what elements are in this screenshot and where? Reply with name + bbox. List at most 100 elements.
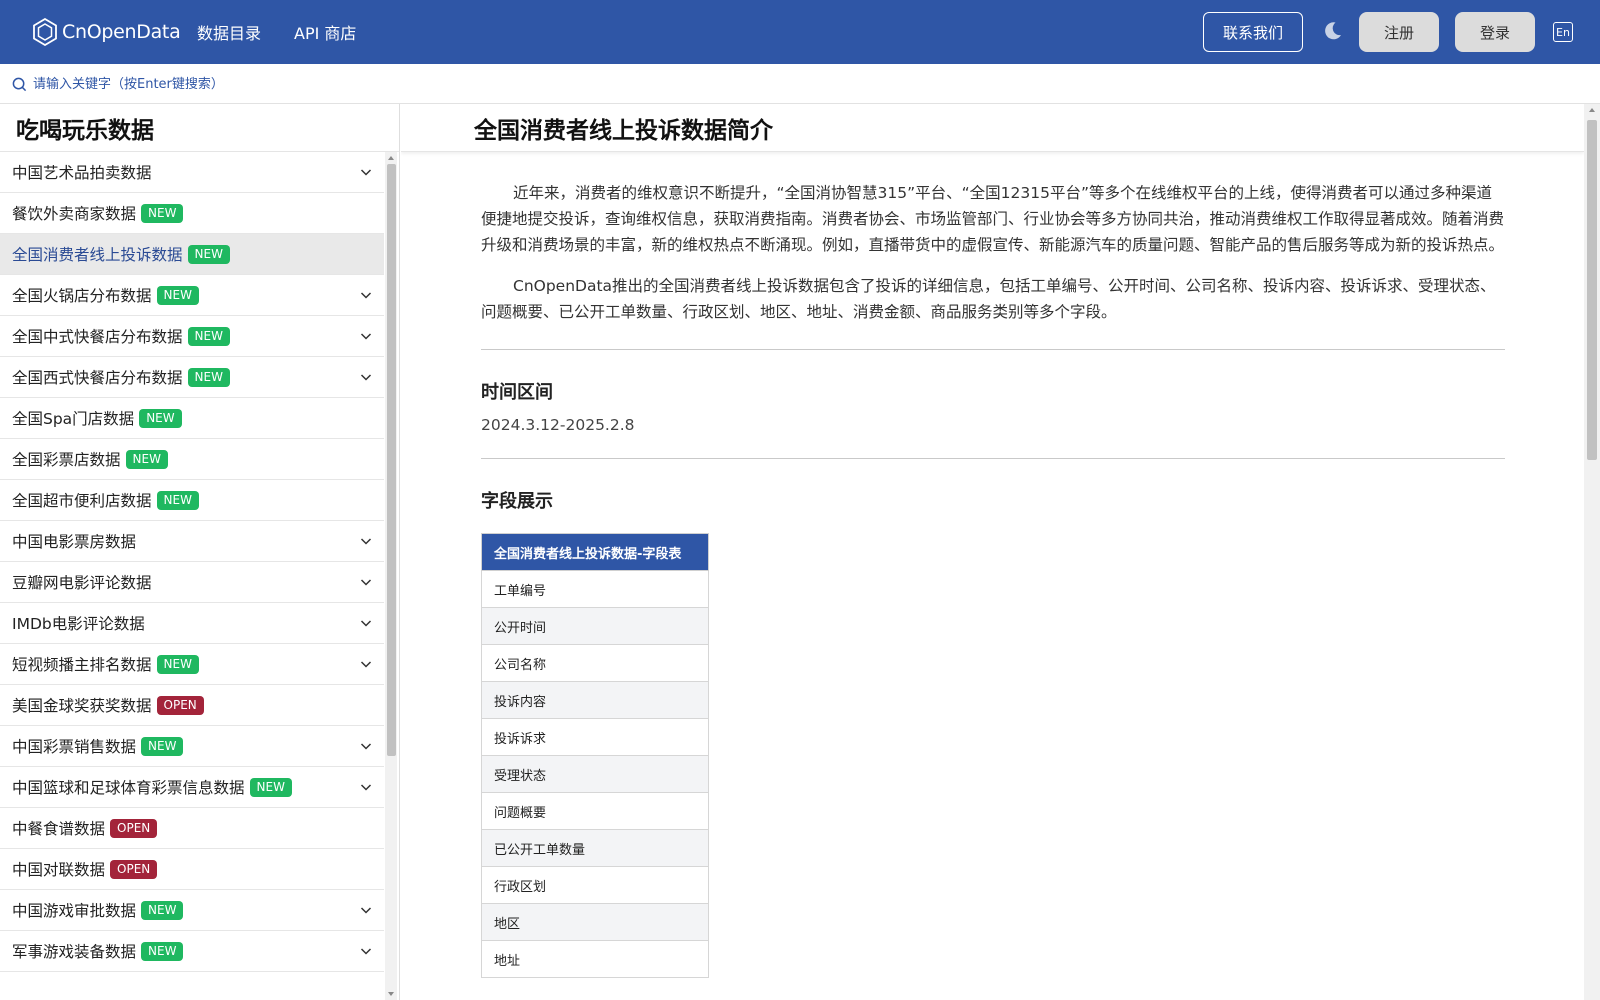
moon-icon[interactable] [1320,19,1344,43]
top-navbar: CnOpenData 数据目录 API 商店 联系我们 注册 登录 En [0,0,1600,64]
sidebar-item[interactable]: 全国超市便利店数据 NEW [0,480,384,521]
field-name-cell: 问题概要 [481,792,709,830]
sidebar-item[interactable]: 军事游戏装备数据 NEW [0,931,384,972]
field-name-cell: 地区 [481,903,709,941]
table-row: 投诉诉求 [481,718,709,756]
new-badge: NEW [156,285,199,305]
search-bar [0,64,1600,104]
sidebar-item-label: 豆瓣网电影评论数据 [12,574,152,592]
sidebar-item[interactable]: 餐饮外卖商家数据 NEW [0,193,384,234]
article-body: 近年来，消费者的维权意识不断提升，“全国消协智慧315”平台、“全国12315平… [481,180,1505,978]
sidebar-item[interactable]: 美国金球奖获奖数据 OPEN [0,685,384,726]
page-title: 全国消费者线上投诉数据简介 [401,104,1584,152]
field-name-cell: 受理状态 [481,755,709,793]
main-scrollbar[interactable] [1584,104,1600,1000]
open-badge: OPEN [110,818,158,838]
sidebar-item[interactable]: 中国游戏审批数据 NEW [0,890,384,931]
sidebar-item-label: 中国彩票销售数据 [12,738,137,756]
sidebar-item[interactable]: 全国消费者线上投诉数据 NEW [0,234,384,275]
table-row: 行政区划 [481,866,709,904]
nav-api-store[interactable]: API 商店 [294,20,356,44]
field-name-cell: 投诉内容 [481,681,709,719]
sidebar-item[interactable]: 中国艺术品拍卖数据 [0,152,384,193]
sidebar-title: 吃喝玩乐数据 [0,104,399,152]
new-badge: NEW [141,203,184,223]
chevron-down-icon[interactable] [360,945,372,957]
field-name-cell: 公开时间 [481,607,709,645]
sidebar-item-label: 中餐食谱数据 [12,820,106,838]
chevron-down-icon[interactable] [360,904,372,916]
sidebar-item[interactable]: 中餐食谱数据 OPEN [0,808,384,849]
register-button[interactable]: 注册 [1359,12,1439,52]
search-icon [12,77,27,92]
new-badge: NEW [141,736,184,756]
chevron-down-icon[interactable] [360,330,372,342]
sidebar-scroll-thumb[interactable] [387,164,396,756]
field-name-cell: 工单编号 [481,570,709,608]
open-badge: OPEN [156,695,204,715]
sidebar-item[interactable]: 全国火锅店分布数据 NEW [0,275,384,316]
new-badge: NEW [125,449,168,469]
chevron-down-icon[interactable] [360,576,372,588]
sidebar-item[interactable]: 全国西式快餐店分布数据 NEW [0,357,384,398]
chevron-down-icon[interactable] [360,535,372,547]
field-table: 全国消费者线上投诉数据-字段表 工单编号 公开时间 公司名称 投诉内容 投诉诉求 受理状态… [481,533,709,978]
divider [481,349,1505,350]
sidebar-item-label: 中国游戏审批数据 [12,902,137,920]
sidebar-item-label: 全国Spa门店数据 [12,410,135,428]
chevron-down-icon[interactable] [360,371,372,383]
sidebar-item[interactable]: 中国篮球和足球体育彩票信息数据 NEW [0,767,384,808]
new-badge: NEW [139,408,182,428]
sidebar-list: 中国艺术品拍卖数据 餐饮外卖商家数据 NEW 全国消费者线上投诉数据 NEW 全国火锅店分… [0,152,384,994]
divider [481,458,1505,459]
sidebar-item[interactable]: 全国彩票店数据 NEW [0,439,384,480]
table-row: 公开时间 [481,607,709,645]
fields-title: 字段展示 [481,491,553,512]
field-name-cell: 行政区划 [481,866,709,904]
category-sidebar: 吃喝玩乐数据 中国艺术品拍卖数据 餐饮外卖商家数据 NEW 全国消费者线上投诉数据 NE… [0,104,400,1000]
sidebar-item[interactable]: 短视频播主排名数据 NEW [0,644,384,685]
scroll-up-icon[interactable] [1589,108,1595,112]
new-badge: NEW [156,490,199,510]
sidebar-item[interactable]: 豆瓣网电影评论数据 [0,562,384,603]
contact-us-button[interactable]: 联系我们 [1203,12,1303,52]
sidebar-item[interactable]: 全国中式快餐店分布数据 NEW [0,316,384,357]
table-row: 地区 [481,903,709,941]
logo-text: CnOpenData [62,21,181,43]
chevron-down-icon[interactable] [360,781,372,793]
new-badge: NEW [141,941,184,961]
time-range-value: 2024.3.12-2025.2.8 [481,416,635,434]
chevron-down-icon[interactable] [360,617,372,629]
chevron-down-icon[interactable] [360,740,372,752]
chevron-down-icon[interactable] [360,166,372,178]
sidebar-item[interactable]: 中国对联数据 OPEN [0,849,384,890]
search-input[interactable] [33,74,533,94]
scroll-down-icon[interactable] [388,992,394,996]
sidebar-scrollbar[interactable] [385,152,397,1000]
sidebar-item[interactable]: 中国彩票销售数据 NEW [0,726,384,767]
table-row: 投诉内容 [481,681,709,719]
hexagon-logo-icon [33,18,57,46]
chevron-down-icon[interactable] [360,289,372,301]
open-badge: OPEN [110,859,158,879]
scroll-up-icon[interactable] [388,156,394,160]
intro-paragraph: 近年来，消费者的维权意识不断提升，“全国消协智慧315”平台、“全国12315平… [481,184,1505,254]
table-row: 问题概要 [481,792,709,830]
new-badge: NEW [187,244,230,264]
table-row: 已公开工单数量 [481,829,709,867]
language-toggle[interactable]: En [1553,22,1573,42]
nav-data-catalog[interactable]: 数据目录 [197,20,261,44]
table-row: 地址 [481,940,709,978]
main-scroll-thumb[interactable] [1587,120,1597,460]
sidebar-item[interactable]: 中国电影票房数据 [0,521,384,562]
sidebar-item-label: 中国电影票房数据 [12,533,137,551]
login-button[interactable]: 登录 [1455,12,1535,52]
new-badge: NEW [187,326,230,346]
sidebar-item[interactable]: 全国Spa门店数据 NEW [0,398,384,439]
sidebar-item-label: 短视频播主排名数据 [12,656,152,674]
new-badge: NEW [249,777,292,797]
sidebar-item[interactable]: IMDb电影评论数据 [0,603,384,644]
chevron-down-icon[interactable] [360,658,372,670]
logo[interactable]: CnOpenData [32,16,181,48]
sidebar-item-label: 全国中式快餐店分布数据 [12,328,183,346]
